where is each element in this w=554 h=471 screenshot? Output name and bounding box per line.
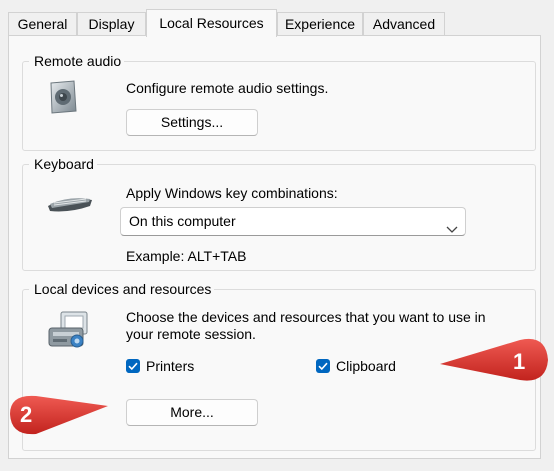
dropdown-selected-value: On this computer [129,213,236,229]
more-devices-button[interactable]: More... [126,399,258,426]
chevron-down-icon [446,216,458,233]
remote-audio-group: Remote audio Configure remote audio sett… [22,52,536,151]
remote-audio-legend: Remote audio [29,52,125,70]
callout-arrow-1: 1 [436,334,550,386]
printers-checkbox-row[interactable]: Printers [126,357,236,375]
remote-audio-description: Configure remote audio settings. [126,80,329,96]
printers-label: Printers [146,358,195,374]
keyboard-group: Keyboard Apply Windows key combinations:… [22,155,536,271]
tab-local-resources[interactable]: Local Resources [146,9,277,37]
checkmark-icon [128,362,138,371]
tab-experience[interactable]: Experience [277,12,363,35]
callout-1-number: 1 [513,349,525,374]
keyboard-icon [46,193,94,215]
clipboard-checkbox-row[interactable]: Clipboard [316,357,426,375]
local-devices-legend: Local devices and resources [29,280,215,298]
speaker-icon [46,79,80,115]
callout-arrow-2: 2 [8,392,112,438]
clipboard-checkbox[interactable] [316,359,330,373]
audio-settings-button[interactable]: Settings... [126,109,258,136]
callout-2-number: 2 [20,402,32,427]
local-devices-description-line2: your remote session. [126,326,256,342]
printers-checkbox[interactable] [126,359,140,373]
keyboard-legend: Keyboard [29,155,97,173]
windows-key-combinations-dropdown[interactable]: On this computer [120,207,466,236]
tab-general[interactable]: General [8,12,77,35]
checkmark-icon [318,362,328,371]
keyboard-example: Example: ALT+TAB [126,248,247,264]
clipboard-label: Clipboard [336,358,396,374]
tab-advanced[interactable]: Advanced [363,12,445,35]
local-devices-description-line1: Choose the devices and resources that yo… [126,309,486,325]
devices-icon [47,308,91,350]
keyboard-description: Apply Windows key combinations: [126,185,338,201]
tab-display[interactable]: Display [77,12,146,35]
